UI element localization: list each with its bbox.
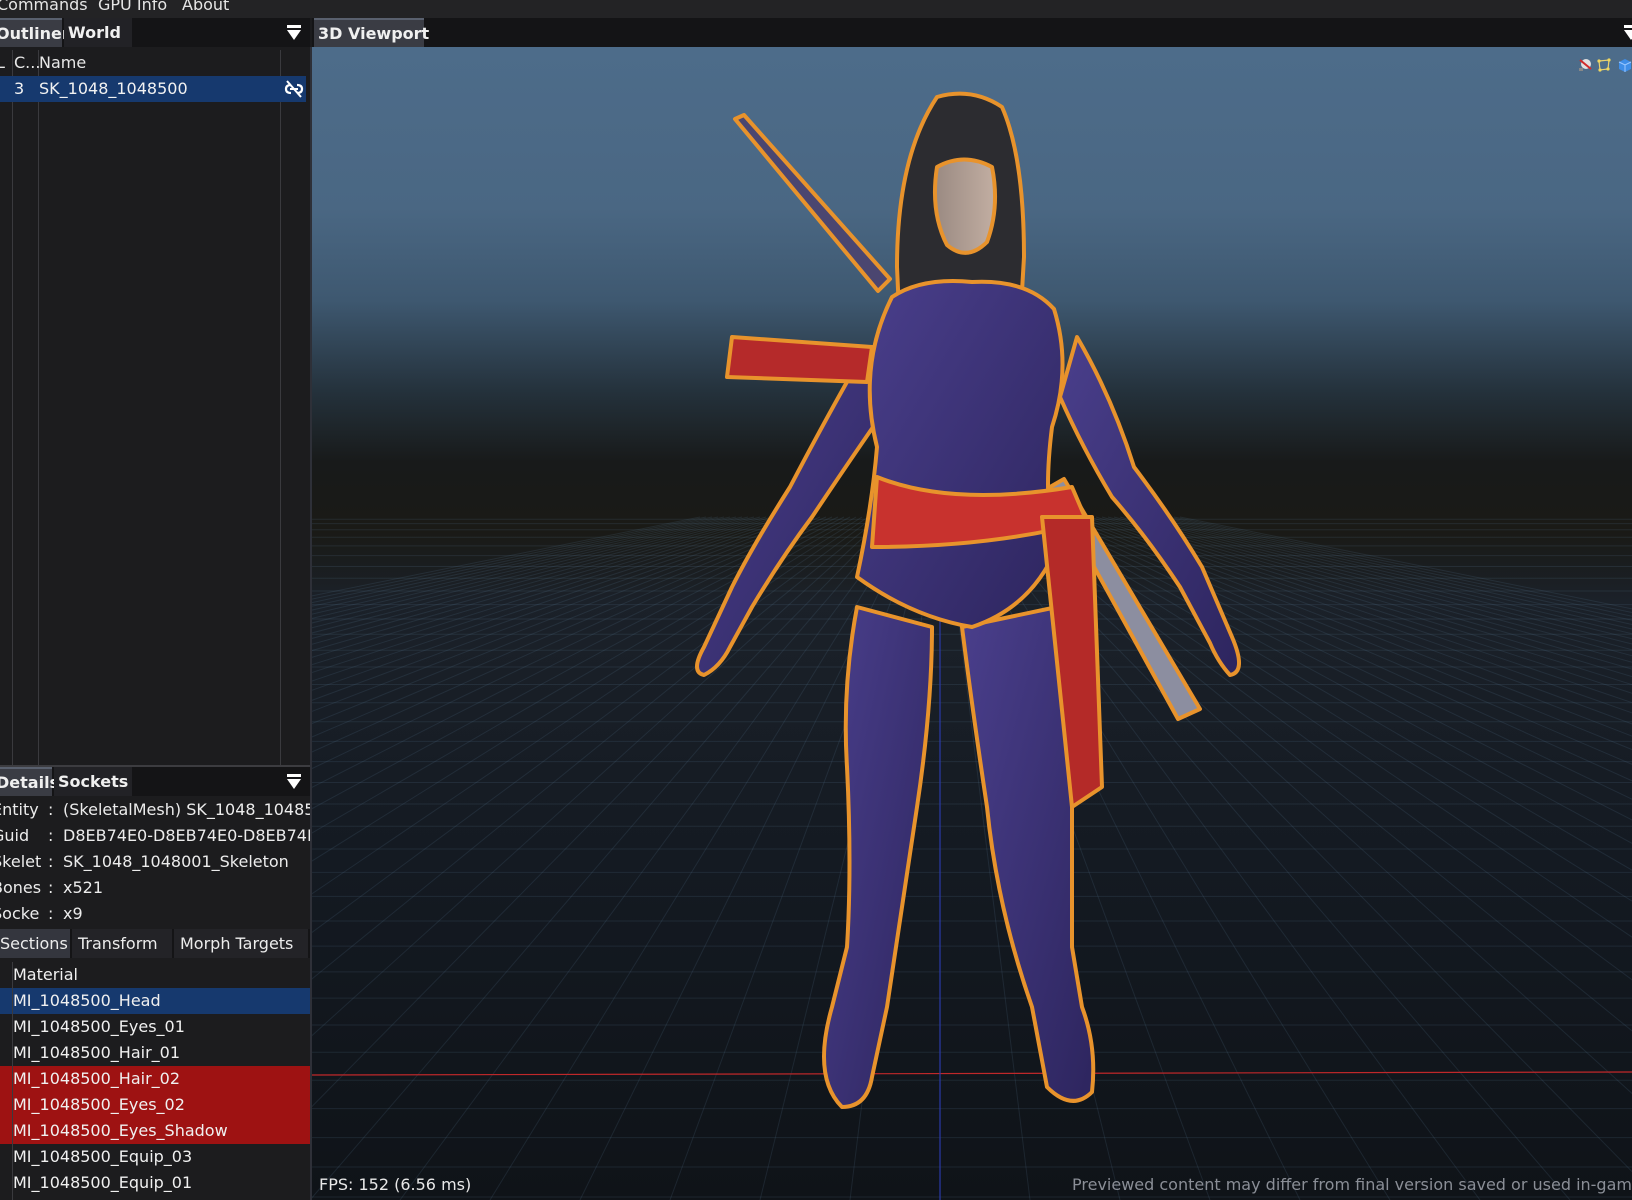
tab-sockets[interactable]: Sockets bbox=[54, 767, 132, 796]
column-divider[interactable] bbox=[12, 50, 13, 765]
material-name: MI_1048500_Hair_01 bbox=[13, 1043, 180, 1062]
details-subtabs: Sections Transform Morph Targets bbox=[0, 929, 310, 958]
column-header-count[interactable]: C... bbox=[14, 50, 40, 76]
material-row[interactable]: MI_1048500_Eyes_02 bbox=[0, 1092, 310, 1118]
bounds-icon[interactable] bbox=[1596, 57, 1612, 73]
character-model[interactable] bbox=[312, 47, 1632, 1200]
outliner-tab-bar: Outliner World bbox=[0, 18, 310, 47]
menu-about[interactable]: About bbox=[182, 0, 229, 14]
outliner-row-selected[interactable]: 3 SK_1048_1048500 bbox=[0, 76, 306, 102]
column-header-l[interactable]: L bbox=[0, 50, 5, 76]
material-name: MI_1048500_Eyes_Shadow bbox=[13, 1121, 228, 1140]
material-name: MI_1048500_Eyes_02 bbox=[13, 1095, 185, 1114]
column-divider[interactable] bbox=[38, 50, 39, 765]
preview-disclaimer: Previewed content may differ from final … bbox=[1072, 1175, 1632, 1194]
details-panel-menu-icon[interactable] bbox=[286, 774, 302, 790]
material-row[interactable]: MI_1048500_Equip_03 bbox=[0, 1144, 310, 1170]
material-row[interactable]: MI_1048500_Hair_01 bbox=[0, 1040, 310, 1066]
material-header[interactable]: . Material bbox=[0, 962, 310, 988]
row-count: 3 bbox=[14, 79, 25, 98]
left-leg bbox=[822, 605, 934, 1109]
property-value: x9 bbox=[63, 904, 83, 923]
subtab-transform[interactable]: Transform bbox=[72, 929, 172, 958]
light-off-icon[interactable] bbox=[1577, 57, 1593, 73]
material-row[interactable]: MI_1048500_Equip_01 bbox=[0, 1170, 310, 1196]
red-scarf bbox=[725, 335, 874, 384]
cube-icon[interactable] bbox=[1617, 57, 1632, 73]
property-key: Guid bbox=[0, 826, 30, 845]
property-separator: : bbox=[48, 826, 54, 845]
material-row[interactable]: MI_1048500_Eyes_01 bbox=[0, 1014, 310, 1040]
fps-readout: FPS: 152 (6.56 ms) bbox=[319, 1175, 472, 1194]
panel-menu-icon[interactable] bbox=[286, 25, 302, 41]
sword-scabbard bbox=[733, 113, 892, 293]
tab-3d-viewport[interactable]: 3D Viewport bbox=[314, 18, 429, 47]
viewport-tab-bar: 3D Viewport bbox=[312, 18, 1632, 47]
material-row[interactable]: MI_1048500_Hair_02 bbox=[0, 1066, 310, 1092]
property-key: Skelet bbox=[0, 852, 42, 871]
property-sockets: Socke : x9 bbox=[0, 901, 310, 927]
material-row[interactable]: MI_1048500_Head bbox=[0, 988, 310, 1014]
property-separator: : bbox=[48, 904, 54, 923]
row-name: SK_1048_1048500 bbox=[39, 79, 188, 98]
tab-world[interactable]: World bbox=[64, 18, 132, 47]
property-separator: : bbox=[48, 800, 54, 819]
material-name: MI_1048500_Equip_01 bbox=[13, 1173, 193, 1192]
column-divider[interactable] bbox=[12, 962, 13, 1200]
property-key: Bones bbox=[0, 878, 42, 897]
subtab-morph-targets[interactable]: Morph Targets bbox=[174, 929, 308, 958]
property-key: Socke bbox=[0, 904, 40, 923]
head bbox=[932, 157, 997, 255]
unlink-icon[interactable] bbox=[283, 80, 305, 98]
property-value: SK_1048_1048001_Skeleton bbox=[63, 852, 289, 871]
property-skeleton: Skelet : SK_1048_1048001_Skeleton bbox=[0, 849, 310, 875]
outliner-tree: L C... Name 3 SK_1048_1048500 bbox=[0, 47, 310, 765]
property-value: x521 bbox=[63, 878, 104, 897]
material-name: MI_1048500_Equip_03 bbox=[13, 1147, 193, 1166]
menu-commands[interactable]: Commands bbox=[0, 0, 88, 14]
subtab-sections[interactable]: Sections bbox=[0, 929, 70, 958]
property-key: Entity bbox=[0, 800, 39, 819]
column-divider[interactable] bbox=[280, 50, 281, 765]
viewport-panel-menu-icon[interactable] bbox=[1623, 25, 1632, 41]
property-separator: : bbox=[48, 878, 54, 897]
material-row[interactable]: MI_1048500_Eyes_Shadow bbox=[0, 1118, 310, 1144]
property-bones: Bones : x521 bbox=[0, 875, 310, 901]
tab-outliner[interactable]: Outliner bbox=[0, 18, 70, 47]
property-entity: Entity : (SkeletalMesh) SK_1048_1048500 bbox=[0, 797, 310, 823]
property-value: (SkeletalMesh) SK_1048_1048500 bbox=[63, 800, 310, 819]
property-value: D8EB74E0-D8EB74E0-D8EB74E0-D8EB74E0 bbox=[63, 826, 310, 845]
tab-details[interactable]: Details bbox=[0, 767, 59, 796]
column-header-material: Material bbox=[13, 965, 78, 984]
property-separator: : bbox=[48, 852, 54, 871]
3d-viewport[interactable]: FPS: 152 (6.56 ms) Previewed content may… bbox=[312, 47, 1632, 1200]
material-name: MI_1048500_Head bbox=[13, 991, 161, 1010]
details-tab-bar: Details Sockets bbox=[0, 767, 310, 796]
left-panel: L C... Name 3 SK_1048_1048500 Details So… bbox=[0, 47, 310, 1200]
property-guid: Guid : D8EB74E0-D8EB74E0-D8EB74E0-D8EB74… bbox=[0, 823, 310, 849]
column-header-index: . bbox=[0, 962, 1, 988]
material-name: MI_1048500_Hair_02 bbox=[13, 1069, 180, 1088]
torso bbox=[855, 279, 1065, 629]
menu-bar: Commands GPU Info About bbox=[0, 0, 1632, 18]
menu-gpu-info[interactable]: GPU Info bbox=[98, 0, 167, 14]
material-name: MI_1048500_Eyes_01 bbox=[13, 1017, 185, 1036]
column-header-name[interactable]: Name bbox=[39, 50, 86, 76]
